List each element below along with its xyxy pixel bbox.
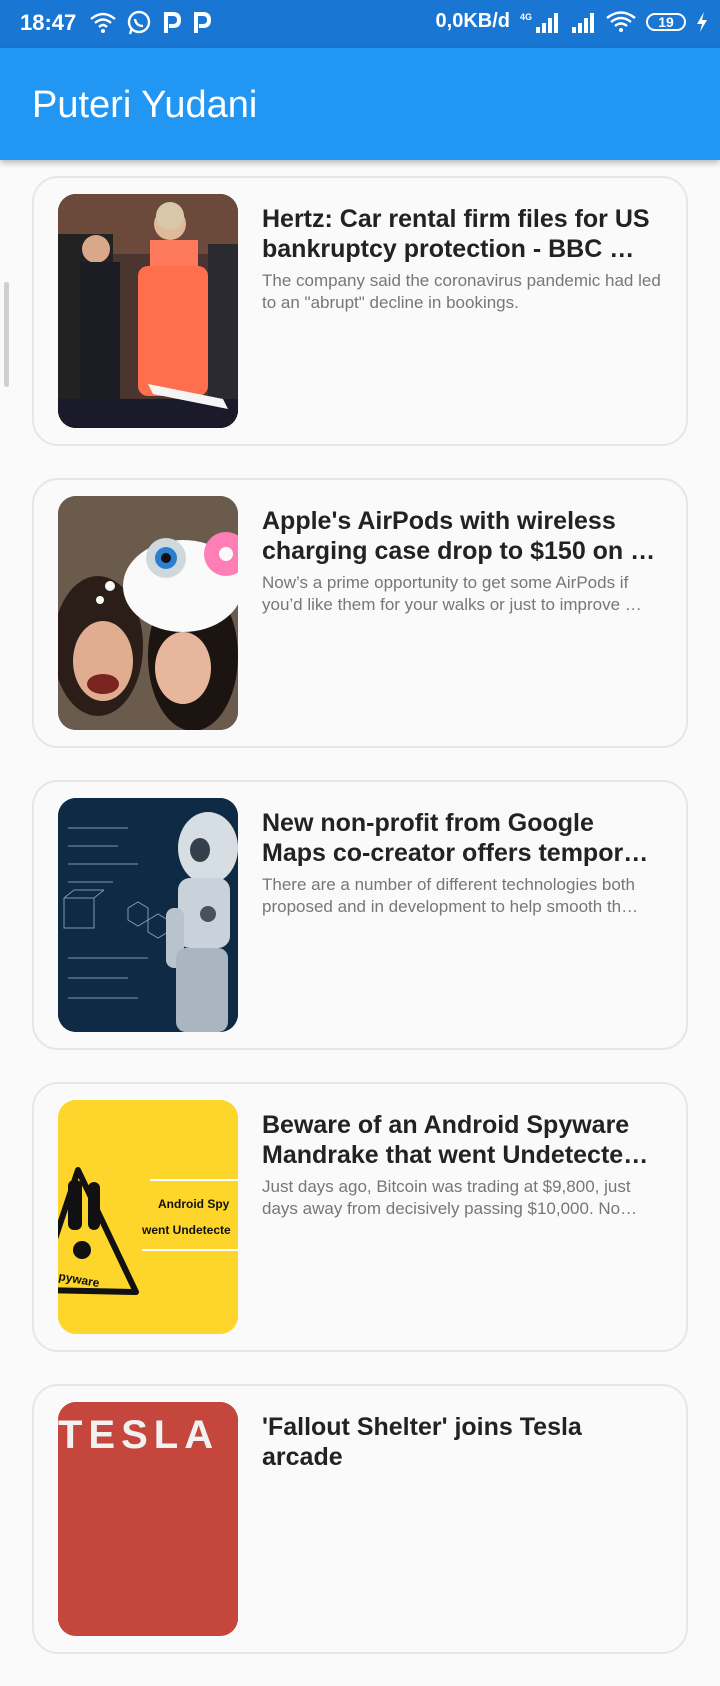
article-thumbnail: TESLA — [58, 1402, 238, 1636]
network-speed: 0,0KB/d — [435, 10, 510, 32]
thumbnail-text: TESLA — [58, 1413, 219, 1457]
status-right: 0,0KB/d 4G 19 — [436, 10, 708, 33]
network-type: 4G — [519, 11, 532, 22]
thumbnail-text: went Undetecte — [141, 1223, 231, 1237]
signal-icon — [536, 12, 558, 33]
article-title: 'Fallout Shelter' joins Tesla arcade — [262, 1413, 582, 1471]
app-bar: Puteri Yudani — [0, 48, 720, 160]
notification-icons — [90, 10, 212, 36]
article-list: Hertz: Car rental firm files for US bank… — [32, 176, 688, 1686]
scroll-indicator[interactable] — [4, 282, 9, 387]
charging-icon — [697, 11, 707, 32]
status-time: 18:47 — [20, 10, 77, 35]
battery-icon: 19 — [646, 12, 686, 31]
article-title: Beware of an Android Spyware Mandrake th… — [262, 1111, 639, 1169]
article-card[interactable]: Android Spy went Undetecte pyware Beware… — [32, 1082, 688, 1352]
wifi-icon — [606, 10, 636, 32]
article-thumbnail — [58, 496, 238, 730]
article-thumbnail — [58, 798, 238, 1032]
thumbnail-text: Android Spy — [158, 1197, 230, 1211]
article-thumbnail — [58, 194, 238, 428]
wifi-icon — [90, 12, 116, 33]
article-description: There are a number of different technolo… — [262, 875, 639, 916]
page-title: Puteri Yudani — [32, 84, 258, 126]
article-card[interactable]: Apple's AirPods with wireless charging c… — [32, 478, 688, 748]
article-description: Just days ago, Bitcoin was trading at $9… — [262, 1177, 638, 1218]
article-title: Apple's AirPods with wireless charging c… — [262, 507, 656, 565]
article-title: New non-profit from Google Maps co-creat… — [262, 809, 661, 867]
article-description: Now’s a prime opportunity to get some Ai… — [262, 573, 642, 614]
article-thumbnail: Android Spy went Undetecte pyware — [58, 1100, 238, 1334]
status-bar: 18:47 0,0KB/d 4G 19 — [0, 0, 720, 48]
p-app-icon — [194, 12, 212, 33]
whatsapp-icon — [127, 10, 151, 35]
article-card[interactable]: Hertz: Car rental firm files for US bank… — [32, 176, 688, 446]
article-card[interactable]: TESLA 'Fallout Shelter' joins Tesla arca… — [32, 1384, 688, 1654]
signal-icon — [572, 12, 594, 33]
article-card[interactable]: New non-profit from Google Maps co-creat… — [32, 780, 688, 1050]
article-title: Hertz: Car rental firm files for US bank… — [262, 205, 650, 263]
article-description: The company said the coronavirus pandemi… — [262, 271, 661, 312]
p-app-icon — [164, 12, 182, 33]
